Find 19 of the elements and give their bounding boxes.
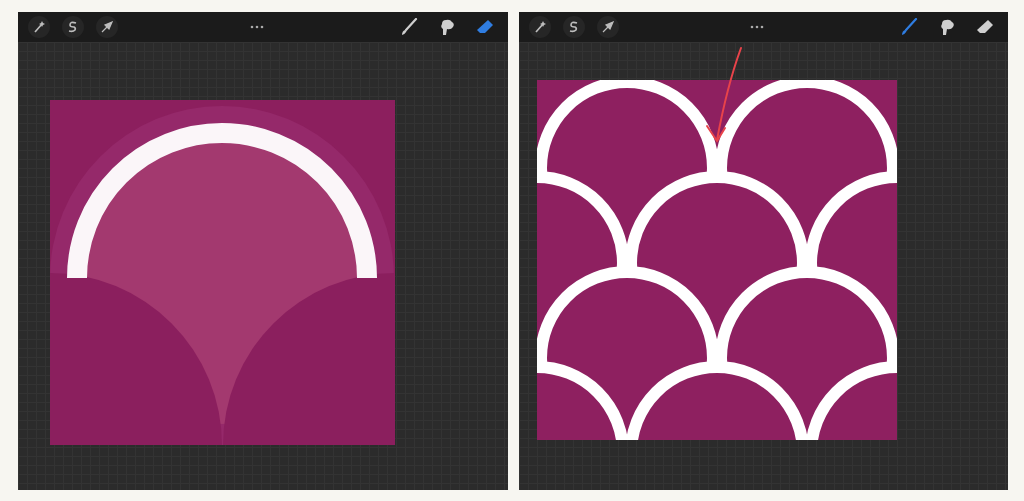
- more-icon[interactable]: [750, 25, 765, 29]
- magic-wand-icon: [533, 21, 546, 33]
- more-icon[interactable]: [249, 25, 264, 29]
- transform-button[interactable]: [596, 16, 619, 38]
- s-curve-icon: [67, 21, 79, 33]
- selection-button[interactable]: [62, 16, 84, 38]
- cursor-arrow-icon: [601, 21, 614, 33]
- eraser-icon: [475, 18, 494, 36]
- wand-button[interactable]: [28, 16, 50, 38]
- cursor-arrow-icon: [101, 21, 113, 33]
- s-curve-icon: [567, 21, 580, 33]
- smudge-icon: [938, 18, 956, 36]
- brush-icon: [399, 18, 418, 36]
- selection-button[interactable]: [562, 16, 585, 38]
- wand-button[interactable]: [528, 16, 551, 38]
- eraser-icon: [976, 18, 994, 36]
- brush-icon: [900, 18, 918, 36]
- transform-button[interactable]: [96, 16, 118, 38]
- magic-wand-icon: [33, 21, 45, 33]
